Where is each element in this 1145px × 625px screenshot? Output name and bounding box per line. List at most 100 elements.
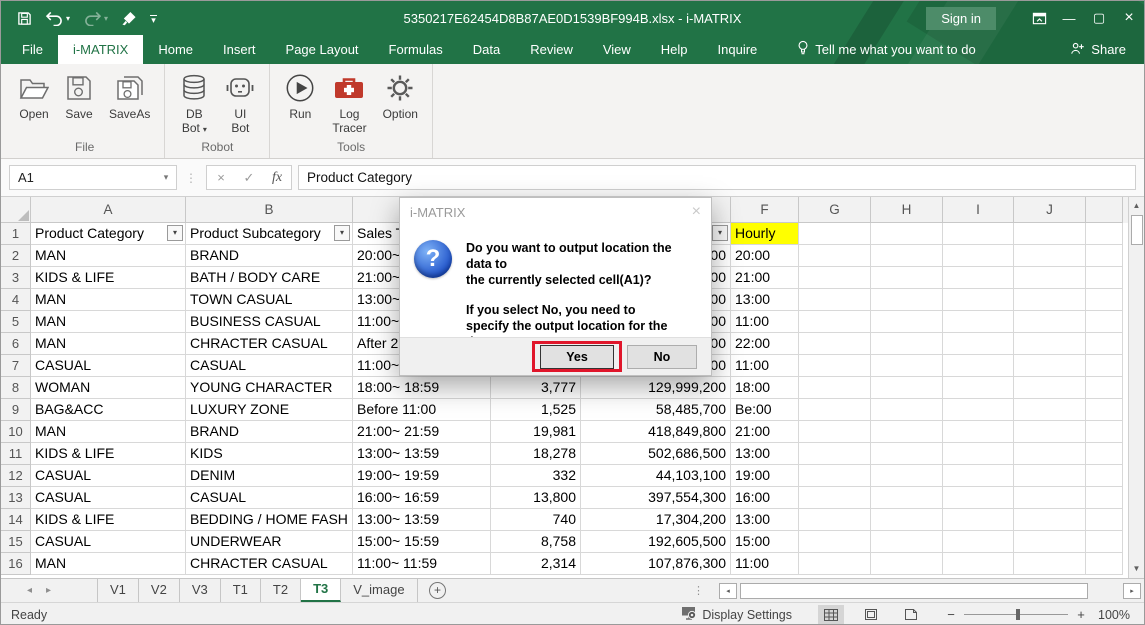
cell-K12[interactable] <box>1086 465 1123 487</box>
cell-J5[interactable] <box>1014 311 1086 333</box>
tab-help[interactable]: Help <box>646 35 703 64</box>
cell-K9[interactable] <box>1086 399 1123 421</box>
sheet-tab-T1[interactable]: T1 <box>221 579 261 602</box>
cell-C15[interactable]: 15:00~ 15:59 <box>353 531 491 553</box>
cell-I13[interactable] <box>943 487 1014 509</box>
cell-K11[interactable] <box>1086 443 1123 465</box>
tab-page-layout[interactable]: Page Layout <box>271 35 374 64</box>
cell-C14[interactable]: 13:00~ 13:59 <box>353 509 491 531</box>
cell-E9[interactable]: 58,485,700 <box>581 399 731 421</box>
cell-F12[interactable]: 19:00 <box>731 465 799 487</box>
minimize-button[interactable]: — <box>1054 1 1084 35</box>
cell-A13[interactable]: CASUAL <box>31 487 186 509</box>
cell-A2[interactable]: MAN <box>31 245 186 267</box>
cell-J1[interactable] <box>1014 223 1086 245</box>
cell-F9[interactable]: Be:00 <box>731 399 799 421</box>
cell-K8[interactable] <box>1086 377 1123 399</box>
row-header-16[interactable]: 16 <box>1 553 31 575</box>
row-header-3[interactable]: 3 <box>1 267 31 289</box>
cell-H9[interactable] <box>871 399 943 421</box>
filter-dropdown-icon-B1[interactable]: ▾ <box>334 225 350 241</box>
undo-dropdown-icon[interactable]: ▾ <box>66 14 70 23</box>
cell-J9[interactable] <box>1014 399 1086 421</box>
zoom-out-button[interactable]: − <box>946 607 956 622</box>
cell-B2[interactable]: BRAND <box>186 245 353 267</box>
cell-K3[interactable] <box>1086 267 1123 289</box>
tab-file[interactable]: File <box>7 35 58 64</box>
saveas-button[interactable]: SaveAs <box>101 65 158 121</box>
ribbon-display-options-icon[interactable] <box>1024 1 1054 35</box>
cell-B11[interactable]: KIDS <box>186 443 353 465</box>
cell-D10[interactable]: 19,981 <box>491 421 581 443</box>
formula-bar-handle[interactable]: ⋮ <box>177 171 206 185</box>
cell-D8[interactable]: 3,777 <box>491 377 581 399</box>
cell-J15[interactable] <box>1014 531 1086 553</box>
cell-K16[interactable] <box>1086 553 1123 575</box>
tab-view[interactable]: View <box>588 35 646 64</box>
cell-A16[interactable]: MAN <box>31 553 186 575</box>
cell-A7[interactable]: CASUAL <box>31 355 186 377</box>
scroll-left-icon[interactable]: ◂ <box>719 583 737 599</box>
cell-I6[interactable] <box>943 333 1014 355</box>
cell-H7[interactable] <box>871 355 943 377</box>
cell-G10[interactable] <box>799 421 871 443</box>
cell-E8[interactable]: 129,999,200 <box>581 377 731 399</box>
column-header-I[interactable]: I <box>943 197 1014 223</box>
cell-G2[interactable] <box>799 245 871 267</box>
row-header-15[interactable]: 15 <box>1 531 31 553</box>
cell-H6[interactable] <box>871 333 943 355</box>
enter-icon[interactable]: ✓ <box>235 170 263 186</box>
open-button[interactable]: Open <box>11 65 57 121</box>
cell-F7[interactable]: 11:00 <box>731 355 799 377</box>
cell-B15[interactable]: UNDERWEAR <box>186 531 353 553</box>
cell-G4[interactable] <box>799 289 871 311</box>
row-header-12[interactable]: 12 <box>1 465 31 487</box>
sheet-tab-V3[interactable]: V3 <box>180 579 221 602</box>
cell-B9[interactable]: LUXURY ZONE <box>186 399 353 421</box>
cell-B12[interactable]: DENIM <box>186 465 353 487</box>
run-button[interactable]: Run <box>276 65 324 121</box>
cell-G3[interactable] <box>799 267 871 289</box>
tab-formulas[interactable]: Formulas <box>374 35 458 64</box>
log-tracer-button[interactable]: Log Tracer <box>324 65 374 135</box>
zoom-in-button[interactable]: + <box>1076 607 1086 622</box>
column-header-G[interactable]: G <box>799 197 871 223</box>
tab-insert[interactable]: Insert <box>208 35 271 64</box>
cell-H3[interactable] <box>871 267 943 289</box>
cell-J13[interactable] <box>1014 487 1086 509</box>
row-header-4[interactable]: 4 <box>1 289 31 311</box>
cell-F10[interactable]: 21:00 <box>731 421 799 443</box>
cell-J4[interactable] <box>1014 289 1086 311</box>
sheet-tab-T2[interactable]: T2 <box>261 579 301 602</box>
formula-input[interactable]: Product Category <box>298 165 1136 190</box>
sheet-tab-V_image[interactable]: V_image <box>341 579 417 602</box>
cell-I8[interactable] <box>943 377 1014 399</box>
cell-C10[interactable]: 21:00~ 21:59 <box>353 421 491 443</box>
cell-C13[interactable]: 16:00~ 16:59 <box>353 487 491 509</box>
undo-icon[interactable]: ▾ <box>45 11 70 26</box>
dialog-close-icon[interactable]: × <box>692 203 701 221</box>
column-header-A[interactable]: A <box>31 197 186 223</box>
cell-G8[interactable] <box>799 377 871 399</box>
cell-I11[interactable] <box>943 443 1014 465</box>
insert-function-icon[interactable]: fx <box>263 170 291 186</box>
row-header-11[interactable]: 11 <box>1 443 31 465</box>
cell-I7[interactable] <box>943 355 1014 377</box>
cell-H12[interactable] <box>871 465 943 487</box>
scroll-right-icon[interactable]: ▸ <box>1123 583 1141 599</box>
cell-E11[interactable]: 502,686,500 <box>581 443 731 465</box>
cell-G16[interactable] <box>799 553 871 575</box>
cell-H1[interactable] <box>871 223 943 245</box>
cell-A5[interactable]: MAN <box>31 311 186 333</box>
new-sheet-button[interactable]: + <box>418 579 458 602</box>
cell-D15[interactable]: 8,758 <box>491 531 581 553</box>
cell-D14[interactable]: 740 <box>491 509 581 531</box>
sheet-tab-V1[interactable]: V1 <box>97 579 139 602</box>
cell-G5[interactable] <box>799 311 871 333</box>
cell-G7[interactable] <box>799 355 871 377</box>
cell-F11[interactable]: 13:00 <box>731 443 799 465</box>
cell-G6[interactable] <box>799 333 871 355</box>
cell-A8[interactable]: WOMAN <box>31 377 186 399</box>
cell-J2[interactable] <box>1014 245 1086 267</box>
no-button[interactable]: No <box>627 345 697 369</box>
